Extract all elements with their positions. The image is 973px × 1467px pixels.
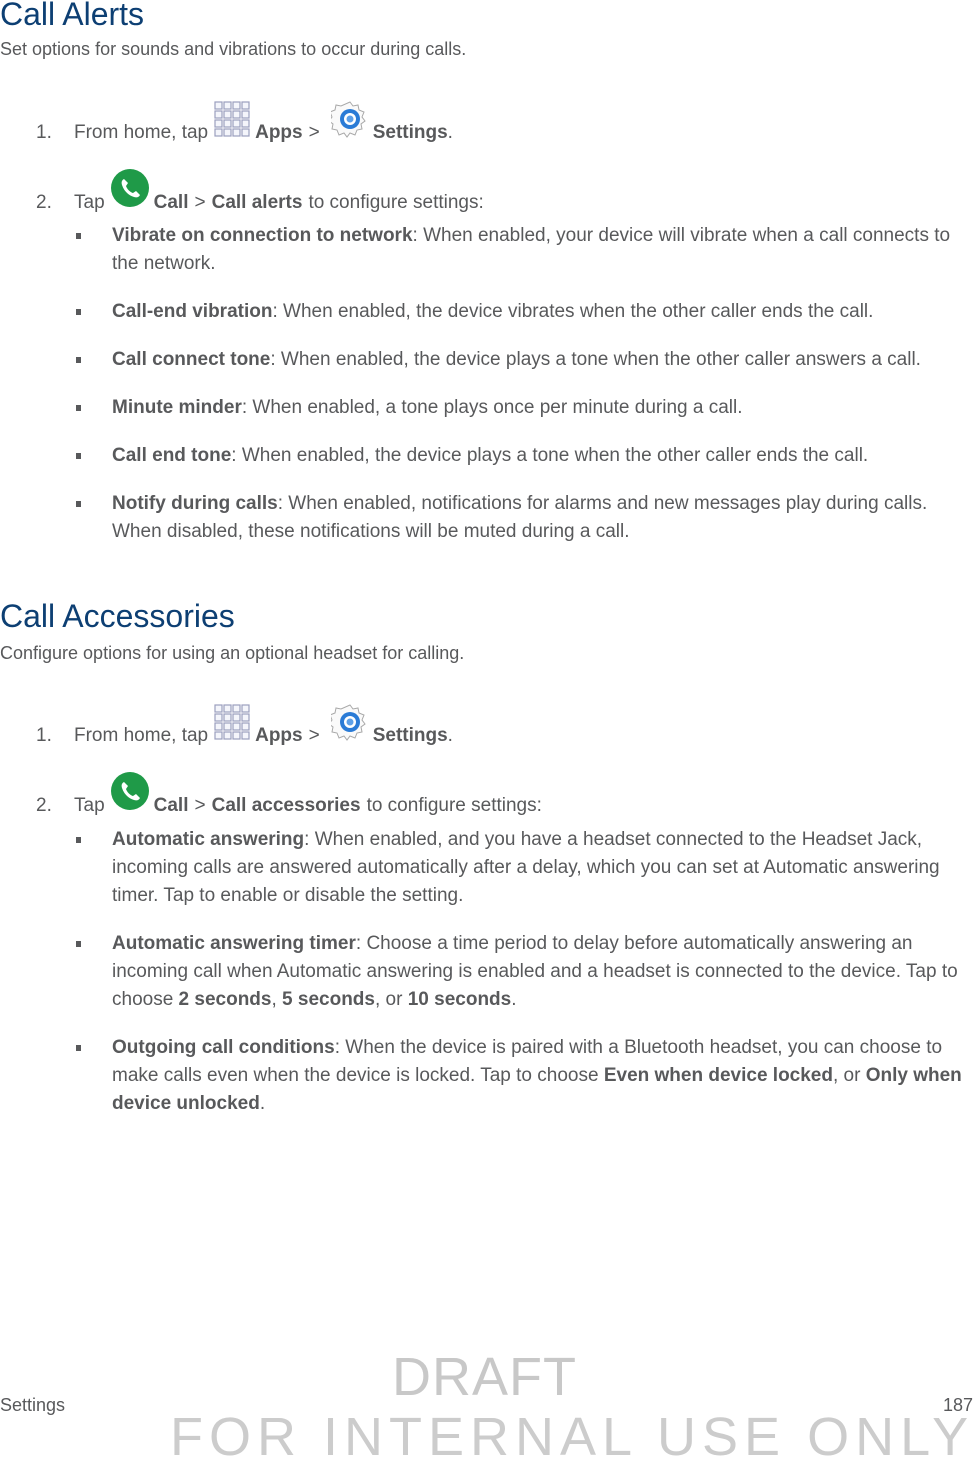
section-title-call-alerts: Call Alerts [0,0,145,32]
option-value: 10 seconds [407,989,512,1010]
sentence-end: . [511,989,517,1010]
step-end: . [447,725,453,746]
settings-label: Settings [372,122,448,143]
option-description: : When enabled, the device plays a tone … [231,445,869,466]
option-term: Call-end vibration [112,301,273,322]
option-term: Vibrate on connection to network [112,225,413,246]
separator: > [194,795,206,816]
bullet-marker [76,309,81,315]
option-value: 5 seconds [282,989,375,1010]
option-description: : When enabled, a tone plays once per mi… [241,397,743,418]
option-value: 2 seconds [178,989,272,1010]
option-term: Minute minder [112,397,242,418]
apps-label: Apps [255,122,303,143]
step-text: From home, tap [74,725,209,746]
option-term: Call end tone [112,445,232,466]
settings-label: Settings [372,725,448,746]
bullet-marker [76,357,81,363]
separator: , or [374,989,408,1010]
call-accessories-label: Call accessories [211,795,361,816]
internal-use-watermark: FOR INTERNAL USE ONLY [170,1407,973,1467]
apps-label: Apps [255,725,303,746]
list-item: Outgoing call conditions: When the devic… [76,1034,966,1118]
call-accessories-options: Automatic answering: When enabled, and y… [76,826,966,1118]
bullet-marker [76,1045,81,1051]
step-number: 2. [36,192,52,213]
step-text: Tap [74,192,105,213]
option-description: : When enabled, the device vibrates when… [272,301,874,322]
separator: , or [832,1065,866,1086]
page-number: 187 [942,1395,973,1415]
list-item: Notify during calls: When enabled, notif… [76,490,966,546]
step-end: to configure settings: [308,192,484,213]
step-1: 1. From home, tap Apps > Settings . [36,100,453,146]
step-2: 2. Tap Call > Call alerts to configure s… [36,168,484,216]
separator: > [194,192,206,213]
list-item: Minute minder: When enabled, a tone play… [76,394,966,422]
section-title-call-accessories: Call Accessories [0,598,235,634]
footer-section-name: Settings [0,1395,66,1415]
settings-gear-icon [328,100,369,146]
step-text: Tap [74,795,105,816]
bullet-marker [76,501,81,507]
separator: > [308,122,320,143]
bullet-marker [76,405,81,411]
section-intro: Set options for sounds and vibrations to… [0,39,467,59]
call-label: Call [153,192,189,213]
list-item: Call end tone: When enabled, the device … [76,442,966,470]
list-item: Automatic answering: When enabled, and y… [76,826,966,910]
draft-watermark: DRAFT [392,1347,577,1407]
list-item: Call connect tone: When enabled, the dev… [76,346,966,374]
separator: , [271,989,283,1010]
section-intro: Configure options for using an optional … [0,643,465,663]
option-term: Outgoing call conditions [112,1037,335,1058]
phone-call-icon [110,771,150,819]
apps-grid-icon [213,100,251,146]
phone-call-icon [110,168,150,216]
separator: > [308,725,320,746]
step-1: 1. From home, tap Apps > Settings . [36,703,453,749]
list-item: Call-end vibration: When enabled, the de… [76,298,966,326]
option-description: : When enabled, the device plays a tone … [270,349,921,370]
settings-gear-icon [328,703,369,749]
apps-grid-icon [213,703,251,749]
call-label: Call [153,795,189,816]
option-term: Call connect tone [112,349,271,370]
option-term: Notify during calls [112,493,278,514]
step-number: 2. [36,795,52,816]
step-end: to configure settings: [366,795,542,816]
list-item: Vibrate on connection to network: When e… [76,222,966,278]
option-term: Automatic answering [112,829,305,850]
bullet-marker [76,837,81,843]
step-number: 1. [36,725,52,746]
bullet-marker [76,233,81,239]
list-item: Automatic answering timer: Choose a time… [76,930,966,1014]
call-alerts-options: Vibrate on connection to network : When e… [76,222,966,546]
bullet-marker [76,453,81,459]
step-2: 2. Tap Call > Call accessories to config… [36,771,542,819]
bullet-marker [76,941,81,947]
option-term: Automatic answering timer [112,933,356,954]
call-alerts-label: Call alerts [211,192,303,213]
option-value: Even when device locked [603,1065,833,1086]
step-end: . [447,122,453,143]
sentence-end: . [259,1093,266,1114]
step-text: From home, tap [74,122,209,143]
step-number: 1. [36,122,52,143]
